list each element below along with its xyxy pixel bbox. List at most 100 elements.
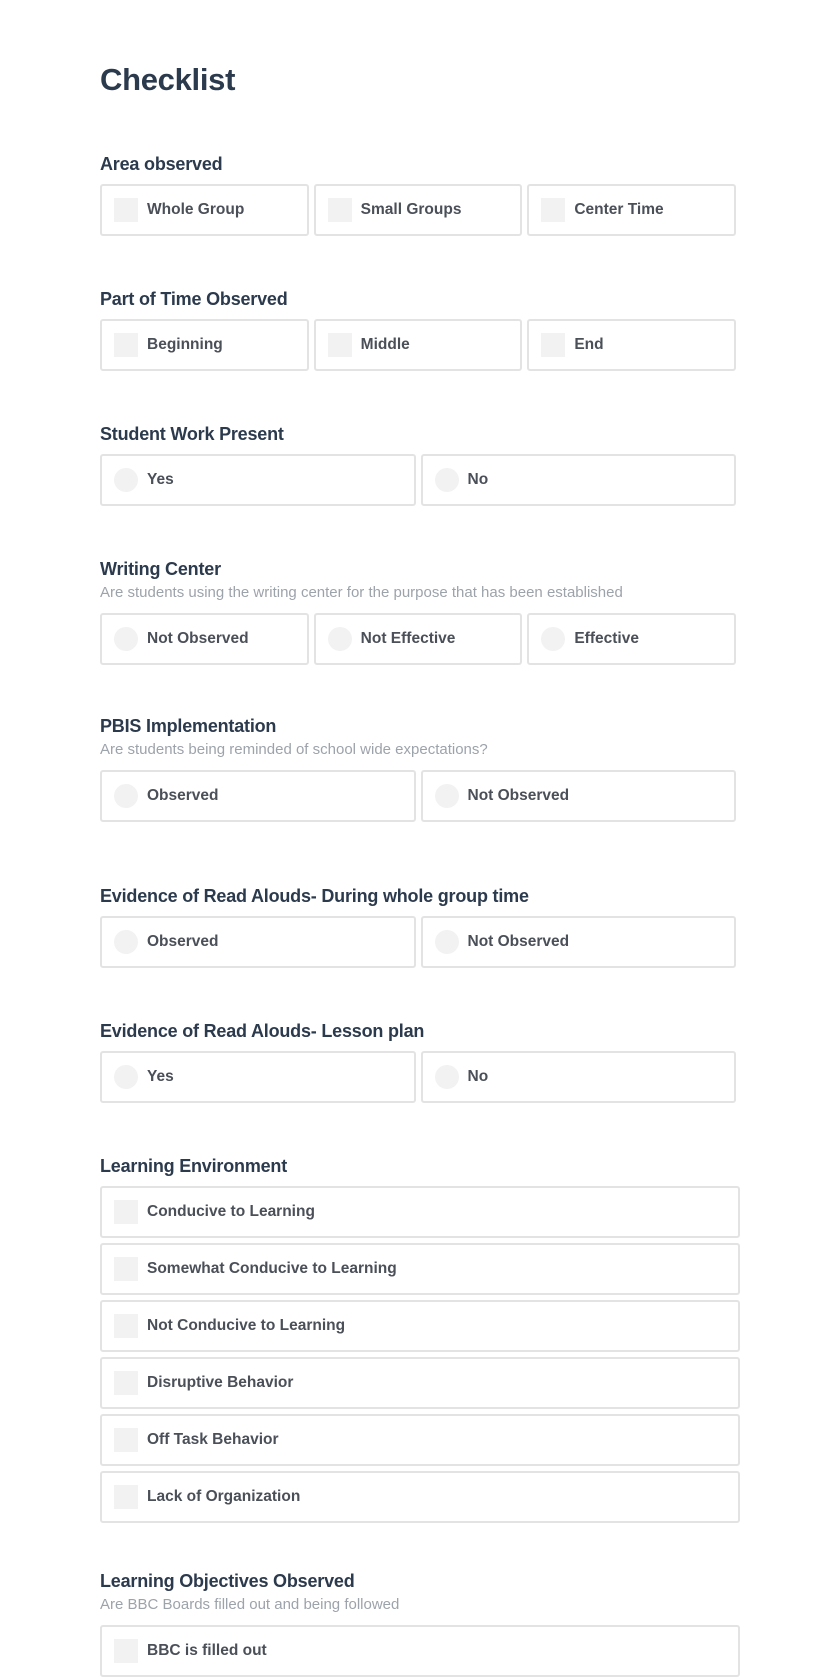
option-label: Yes bbox=[147, 471, 174, 488]
option-label: Conducive to Learning bbox=[147, 1203, 315, 1220]
checkbox-icon[interactable] bbox=[114, 1314, 138, 1338]
section-title: Learning Environment bbox=[100, 1156, 288, 1176]
checkbox-option[interactable]: Not Conducive to Learning bbox=[100, 1300, 740, 1352]
checkbox-icon[interactable] bbox=[114, 333, 138, 357]
options-group: Yes No bbox=[100, 454, 736, 506]
option-label: Yes bbox=[147, 1068, 174, 1085]
section-description: Are BBC Boards filled out and being foll… bbox=[100, 1596, 400, 1613]
radio-option[interactable]: Effective bbox=[527, 613, 737, 665]
section-pbis: PBIS Implementation Are students being r… bbox=[100, 714, 740, 822]
option-label: Beginning bbox=[147, 336, 223, 353]
radio-option[interactable]: Not Observed bbox=[420, 770, 736, 822]
radio-icon[interactable] bbox=[434, 468, 459, 492]
options-group: Beginning Middle End bbox=[100, 319, 737, 371]
section-student-work: Student Work Present Yes No bbox=[100, 422, 740, 506]
section-title: Evidence of Read Alouds- Lesson plan bbox=[100, 1021, 425, 1041]
section-title: Part of Time Observed bbox=[100, 289, 288, 309]
section-learning-environment: Learning Environment Conducive to Learni… bbox=[100, 1154, 740, 1523]
checkbox-option[interactable]: Middle bbox=[313, 319, 523, 371]
option-label: Not Conducive to Learning bbox=[147, 1317, 346, 1334]
section-learning-objectives: Learning Objectives Observed Are BBC Boa… bbox=[100, 1569, 740, 1677]
checkbox-icon[interactable] bbox=[327, 333, 352, 357]
radio-option[interactable]: No bbox=[420, 1051, 736, 1103]
section-description: Are students using the writing center fo… bbox=[100, 584, 623, 601]
section-area-observed: Area observed Whole Group Small Groups C… bbox=[100, 152, 740, 236]
section-title: Learning Objectives Observed bbox=[100, 1571, 355, 1591]
radio-option[interactable]: Not Observed bbox=[420, 916, 736, 968]
options-group: Whole Group Small Groups Center Time bbox=[100, 184, 737, 236]
section-writing-center: Writing Center Are students using the wr… bbox=[100, 557, 740, 665]
radio-icon[interactable] bbox=[114, 784, 138, 808]
checkbox-icon[interactable] bbox=[114, 1371, 138, 1395]
radio-icon[interactable] bbox=[114, 1065, 138, 1089]
section-part-of-time: Part of Time Observed Beginning Middle E… bbox=[100, 287, 740, 371]
radio-option[interactable]: Not Observed bbox=[100, 613, 309, 665]
option-label: No bbox=[467, 1068, 489, 1085]
checkbox-option[interactable]: Whole Group bbox=[100, 184, 309, 236]
option-label: BBC is filled out bbox=[147, 1642, 267, 1659]
section-title: Evidence of Read Alouds- During whole gr… bbox=[100, 886, 529, 906]
checkbox-option[interactable]: BBC is filled out bbox=[100, 1625, 740, 1677]
checkbox-icon[interactable] bbox=[114, 1257, 138, 1281]
options-group: Observed Not Observed bbox=[100, 916, 736, 968]
checkbox-option[interactable]: Somewhat Conducive to Learning bbox=[100, 1243, 740, 1295]
checkbox-option[interactable]: Conducive to Learning bbox=[100, 1186, 740, 1238]
section-description: Are students being reminded of school wi… bbox=[100, 741, 488, 758]
option-label: Observed bbox=[147, 787, 219, 804]
section-title: Student Work Present bbox=[100, 424, 284, 444]
option-label: Not Observed bbox=[467, 933, 570, 950]
radio-option[interactable]: Observed bbox=[100, 916, 416, 968]
option-label: No bbox=[467, 471, 489, 488]
section-title: Area observed bbox=[100, 154, 223, 174]
option-label: Small Groups bbox=[360, 201, 462, 218]
options-group: Observed Not Observed bbox=[100, 770, 736, 822]
radio-icon[interactable] bbox=[114, 627, 138, 651]
option-label: Disruptive Behavior bbox=[147, 1374, 294, 1391]
checkbox-icon[interactable] bbox=[541, 198, 566, 222]
option-label: Off Task Behavior bbox=[147, 1431, 279, 1448]
section-title: Writing Center bbox=[100, 559, 221, 579]
checkbox-icon[interactable] bbox=[114, 1485, 138, 1509]
checkbox-icon[interactable] bbox=[114, 1200, 138, 1224]
page-title: Checklist bbox=[100, 62, 236, 97]
radio-option[interactable]: Yes bbox=[100, 1051, 416, 1103]
radio-icon[interactable] bbox=[114, 468, 138, 492]
checkbox-option[interactable]: Lack of Organization bbox=[100, 1471, 740, 1523]
checkbox-option[interactable]: End bbox=[527, 319, 737, 371]
radio-icon[interactable] bbox=[541, 627, 566, 651]
checkbox-option[interactable]: Small Groups bbox=[313, 184, 523, 236]
checkbox-option[interactable]: Disruptive Behavior bbox=[100, 1357, 740, 1409]
option-label: Not Effective bbox=[360, 630, 456, 647]
radio-option[interactable]: Not Effective bbox=[313, 613, 523, 665]
checkbox-icon[interactable] bbox=[541, 333, 566, 357]
option-label: Not Observed bbox=[467, 787, 570, 804]
option-label: Whole Group bbox=[147, 201, 245, 218]
checkbox-icon[interactable] bbox=[327, 198, 352, 222]
section-title: PBIS Implementation bbox=[100, 716, 277, 736]
radio-icon[interactable] bbox=[434, 930, 459, 954]
checkbox-icon[interactable] bbox=[114, 198, 138, 222]
radio-option[interactable]: Observed bbox=[100, 770, 416, 822]
checkbox-icon[interactable] bbox=[114, 1639, 138, 1663]
checkbox-option[interactable]: Center Time bbox=[527, 184, 737, 236]
option-label: Not Observed bbox=[147, 630, 249, 647]
radio-option[interactable]: No bbox=[420, 454, 736, 506]
option-label: Observed bbox=[147, 933, 219, 950]
options-group: Yes No bbox=[100, 1051, 736, 1103]
option-label: Effective bbox=[574, 630, 639, 647]
checkbox-option[interactable]: Beginning bbox=[100, 319, 309, 371]
options-list: Conducive to Learning Somewhat Conducive… bbox=[100, 1186, 740, 1523]
radio-icon[interactable] bbox=[327, 627, 352, 651]
section-read-alouds-lesson-plan: Evidence of Read Alouds- Lesson plan Yes… bbox=[100, 1019, 740, 1103]
radio-icon[interactable] bbox=[434, 784, 459, 808]
options-group: Not Observed Not Effective Effective bbox=[100, 613, 737, 665]
radio-icon[interactable] bbox=[434, 1065, 459, 1089]
option-label: Lack of Organization bbox=[147, 1488, 301, 1505]
radio-option[interactable]: Yes bbox=[100, 454, 416, 506]
options-list: BBC is filled out bbox=[100, 1625, 740, 1677]
section-read-alouds-whole-group: Evidence of Read Alouds- During whole gr… bbox=[100, 884, 740, 968]
option-label: Middle bbox=[360, 336, 410, 353]
radio-icon[interactable] bbox=[114, 930, 138, 954]
checkbox-icon[interactable] bbox=[114, 1428, 138, 1452]
checkbox-option[interactable]: Off Task Behavior bbox=[100, 1414, 740, 1466]
